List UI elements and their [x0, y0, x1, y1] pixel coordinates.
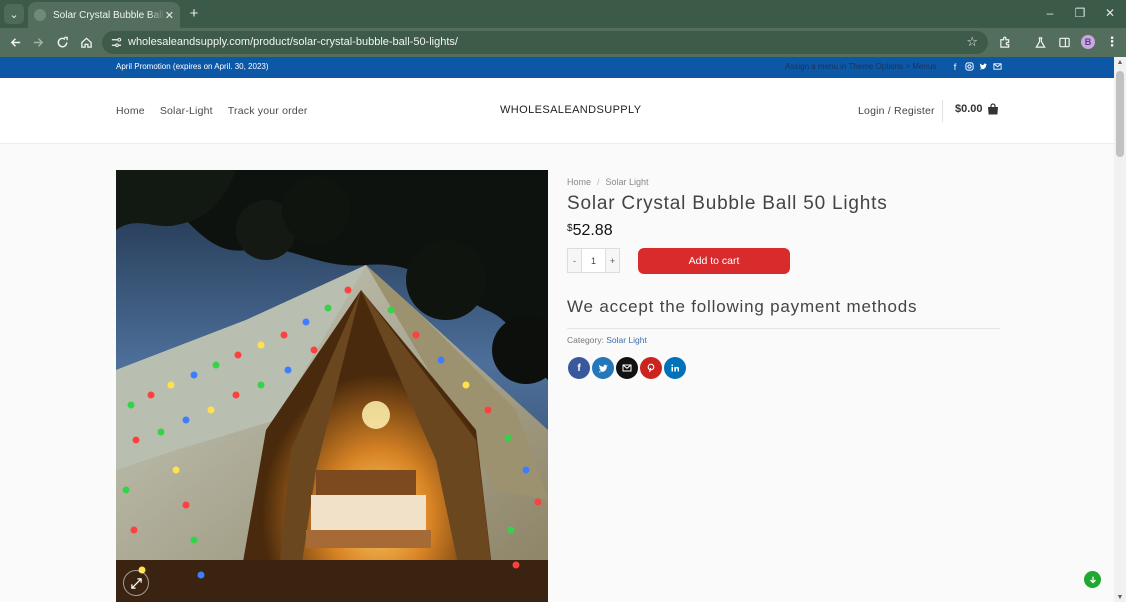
scrollbar-thumb[interactable]	[1116, 71, 1124, 157]
quantity-minus-button[interactable]: -	[568, 249, 581, 272]
cart-total: $0.00	[955, 103, 983, 115]
browser-toolbar: wholesaleandsupply.com/product/solar-cry…	[0, 28, 1126, 57]
product-price: $ 52.88	[567, 222, 613, 240]
header-divider	[942, 100, 943, 122]
forward-button[interactable]	[29, 33, 47, 51]
facebook-icon[interactable]: f	[568, 357, 590, 379]
extensions-button[interactable]	[997, 34, 1013, 50]
header-cart[interactable]: $0.00	[955, 103, 999, 115]
add-to-cart-button[interactable]: Add to cart	[638, 248, 790, 274]
close-window-button[interactable]: ✕	[1099, 4, 1121, 22]
tent-lights-photo	[116, 170, 548, 602]
main-navigation: Home Solar-Light Track your order	[116, 105, 323, 117]
tab-list-button[interactable]: ⌄	[4, 4, 24, 24]
nav-track-order[interactable]: Track your order	[228, 105, 308, 117]
bookmark-star-icon[interactable]: ☆	[966, 34, 978, 50]
twitter-icon[interactable]	[592, 357, 614, 379]
side-panel-button[interactable]	[1056, 34, 1072, 50]
breadcrumb-home[interactable]: Home	[567, 177, 591, 187]
price-amount: 52.88	[572, 222, 613, 239]
tab-title: Solar Crystal Bubble Ball 50 Lights	[53, 9, 165, 21]
restore-button[interactable]: ❐	[1069, 4, 1091, 22]
profile-avatar: B	[1081, 35, 1095, 49]
home-icon	[80, 36, 92, 48]
envelope-icon[interactable]	[992, 61, 1002, 72]
side-panel-icon	[1058, 37, 1070, 47]
product-title: Solar Crystal Bubble Ball 50 Lights	[567, 193, 888, 214]
expand-icon	[130, 577, 142, 589]
login-register-link[interactable]: Login / Register	[858, 105, 935, 117]
pinterest-icon[interactable]	[640, 357, 662, 379]
scroll-down-arrow-icon[interactable]: ▼	[1116, 594, 1124, 601]
favicon-icon	[34, 9, 46, 21]
minimize-button[interactable]: –	[1039, 4, 1061, 22]
site-header: Home Solar-Light Track your order WHOLES…	[0, 78, 1114, 144]
category-link[interactable]: Solar Light	[606, 335, 647, 345]
instagram-icon[interactable]	[964, 61, 974, 72]
scroll-up-arrow-icon[interactable]: ▲	[1116, 59, 1124, 66]
product-category: Category: Solar Light	[567, 335, 647, 345]
back-arrow-icon	[10, 37, 20, 47]
chat-icon	[1089, 576, 1096, 583]
forward-arrow-icon	[33, 37, 43, 47]
site-info-icon[interactable]	[110, 36, 123, 49]
quantity-input[interactable]	[581, 249, 606, 272]
menu-assign-note[interactable]: Assign a menu in Theme Options > Menus	[785, 62, 936, 71]
tab-close-icon[interactable]: ✕	[165, 9, 174, 22]
reload-icon	[57, 36, 68, 47]
zoom-image-button[interactable]	[123, 570, 149, 596]
quantity-plus-button[interactable]: +	[606, 249, 619, 272]
labs-button[interactable]	[1032, 34, 1048, 50]
shopping-bag-icon	[987, 103, 998, 115]
quantity-stepper: - +	[567, 248, 620, 273]
address-bar[interactable]: wholesaleandsupply.com/product/solar-cry…	[102, 31, 988, 54]
breadcrumb-separator: /	[597, 177, 600, 187]
promo-text: April Promotion (expires on April. 30, 2…	[116, 62, 269, 71]
nav-home[interactable]: Home	[116, 105, 145, 117]
nav-solar-light[interactable]: Solar-Light	[160, 105, 213, 117]
meta-divider	[567, 328, 1000, 329]
facebook-icon[interactable]: f	[950, 61, 960, 72]
browser-menu-icon[interactable]: ⋮	[1104, 34, 1120, 50]
category-label: Category:	[567, 335, 604, 345]
breadcrumb-solar-light[interactable]: Solar Light	[606, 177, 649, 187]
browser-tab[interactable]: Solar Crystal Bubble Ball 50 Lights ✕	[28, 2, 180, 28]
profile-button[interactable]: B	[1080, 34, 1096, 50]
chat-widget-button[interactable]	[1084, 571, 1101, 588]
twitter-icon[interactable]	[978, 61, 988, 72]
linkedin-icon[interactable]	[664, 357, 686, 379]
promo-topbar: April Promotion (expires on April. 30, 2…	[0, 57, 1114, 78]
url-text: wholesaleandsupply.com/product/solar-cry…	[128, 36, 458, 48]
reload-button[interactable]	[53, 33, 71, 51]
page-viewport: April Promotion (expires on April. 30, 2…	[0, 57, 1114, 602]
flask-icon	[1034, 36, 1046, 48]
site-logo[interactable]: WHOLESALEANDSUPPLY	[500, 104, 641, 116]
home-button[interactable]	[77, 33, 95, 51]
email-icon[interactable]	[616, 357, 638, 379]
browser-tab-bar: ⌄ Solar Crystal Bubble Ball 50 Lights ✕ …	[0, 0, 1126, 28]
page-scrollbar[interactable]: ▲ ▼	[1114, 57, 1126, 602]
payment-methods-heading: We accept the following payment methods	[567, 297, 918, 316]
new-tab-button[interactable]: +	[186, 5, 202, 22]
back-button[interactable]	[6, 33, 24, 51]
share-icons: f	[568, 357, 686, 379]
breadcrumb: Home / Solar Light	[567, 177, 649, 187]
product-image[interactable]	[116, 170, 548, 602]
topbar-social-links: f	[950, 61, 1002, 72]
puzzle-icon	[999, 36, 1009, 48]
